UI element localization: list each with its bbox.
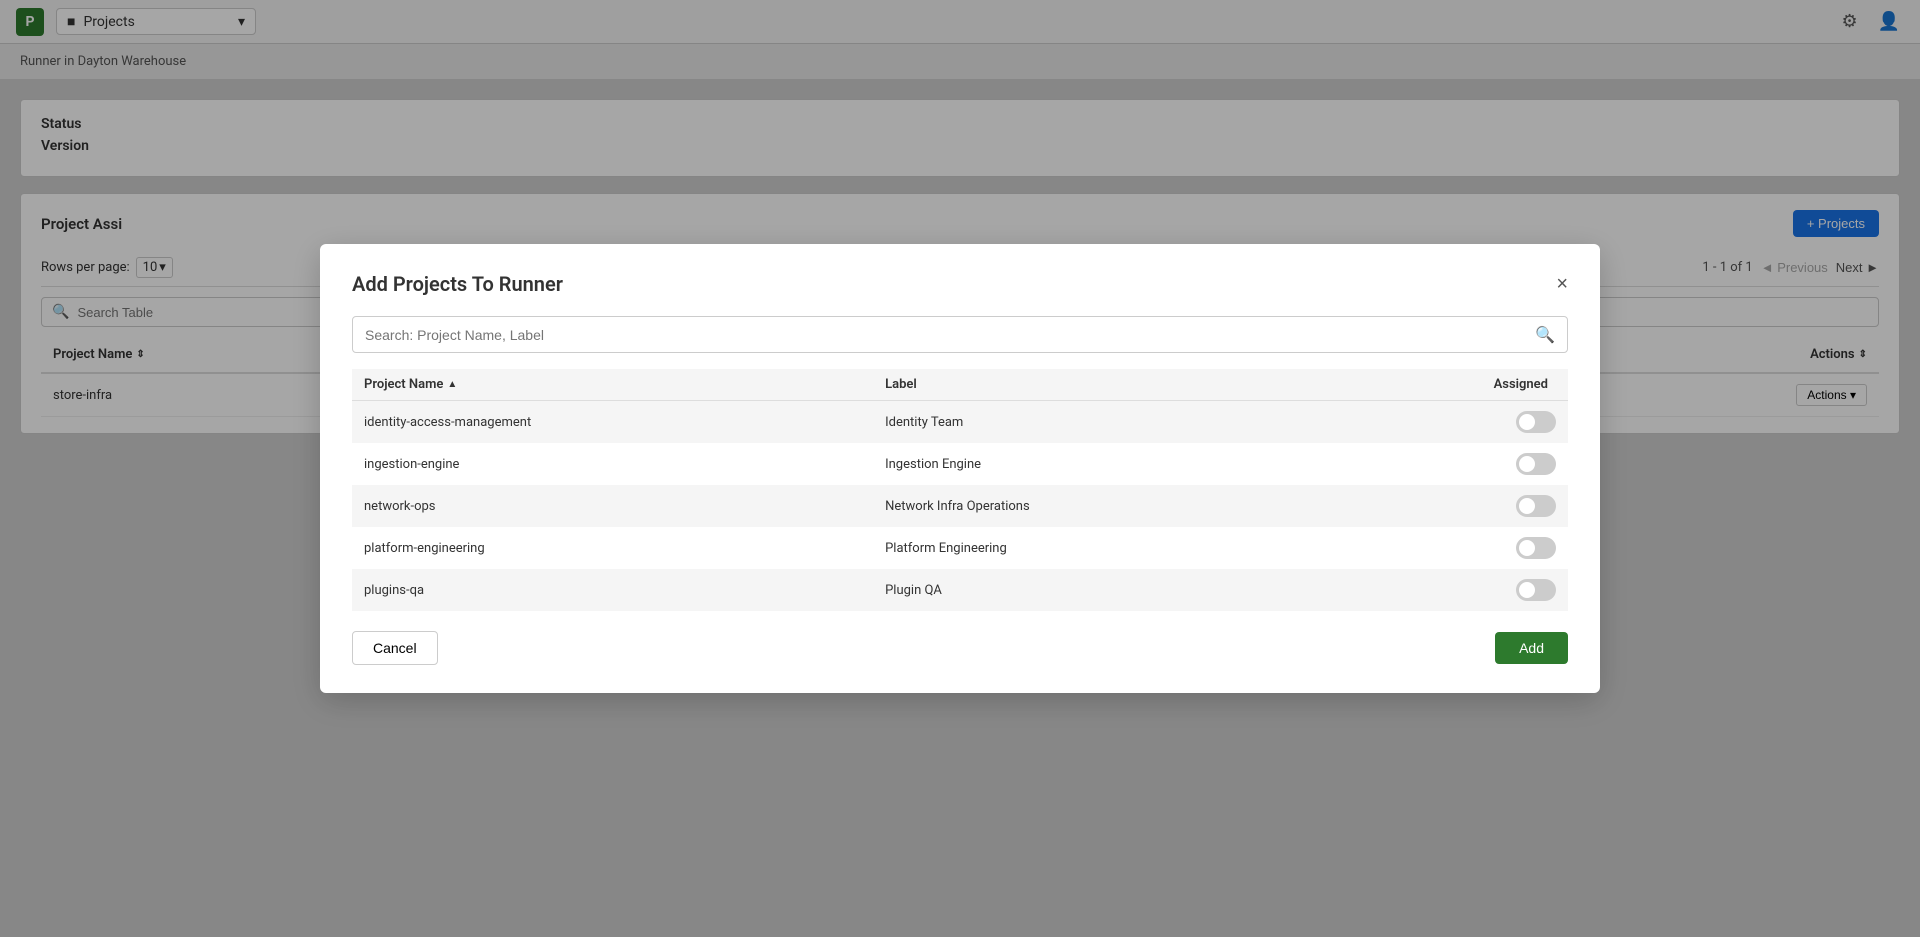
modal-search-bar[interactable]: 🔍 [352,316,1568,353]
modal-assigned-cell [1333,569,1568,611]
modal-label-cell: Identity Team [873,401,1332,444]
modal-project-name-cell: identity-access-management [352,401,873,444]
assigned-toggle[interactable] [1516,411,1556,433]
modal-col-assigned: Assigned [1333,369,1568,401]
modal-label-cell: Plugin QA [873,569,1332,611]
modal-assigned-cell [1333,527,1568,569]
add-projects-modal: Add Projects To Runner × 🔍 Project Name … [320,244,1600,693]
modal-table-row: plugins-qaPlugin QA [352,569,1568,611]
modal-table-row: platform-engineeringPlatform Engineering [352,527,1568,569]
modal-projects-table: Project Name ▲ Label Assigned identity-a… [352,369,1568,611]
add-button[interactable]: Add [1495,632,1568,664]
modal-project-name-cell: network-ops [352,485,873,527]
modal-footer: Cancel Add [352,631,1568,665]
modal-title: Add Projects To Runner [352,272,563,296]
assigned-toggle[interactable] [1516,579,1556,601]
modal-label-cell: Ingestion Engine [873,443,1332,485]
modal-project-name-cell: platform-engineering [352,527,873,569]
toggle-slider [1516,453,1556,475]
modal-table-row: network-opsNetwork Infra Operations [352,485,1568,527]
modal-close-button[interactable]: × [1556,274,1568,294]
assigned-toggle[interactable] [1516,495,1556,517]
modal-project-name-cell: ingestion-engine [352,443,873,485]
modal-assigned-cell [1333,401,1568,444]
modal-overlay: Add Projects To Runner × 🔍 Project Name … [0,0,1920,937]
modal-col-project-name: Project Name ▲ [352,369,873,401]
assigned-toggle[interactable] [1516,537,1556,559]
modal-table-row: ingestion-engineIngestion Engine [352,443,1568,485]
toggle-slider [1516,579,1556,601]
toggle-slider [1516,495,1556,517]
modal-project-name-sort-icon[interactable]: ▲ [447,379,457,390]
modal-label-cell: Network Infra Operations [873,485,1332,527]
toggle-slider [1516,537,1556,559]
modal-assigned-cell [1333,443,1568,485]
modal-col-label: Label [873,369,1332,401]
toggle-slider [1516,411,1556,433]
modal-search-input[interactable] [365,327,1535,343]
modal-project-name-cell: plugins-qa [352,569,873,611]
cancel-button[interactable]: Cancel [352,631,438,665]
modal-table-row: identity-access-managementIdentity Team [352,401,1568,444]
modal-header: Add Projects To Runner × [352,272,1568,296]
modal-label-cell: Platform Engineering [873,527,1332,569]
modal-search-icon: 🔍 [1535,325,1555,344]
assigned-toggle[interactable] [1516,453,1556,475]
modal-assigned-cell [1333,485,1568,527]
